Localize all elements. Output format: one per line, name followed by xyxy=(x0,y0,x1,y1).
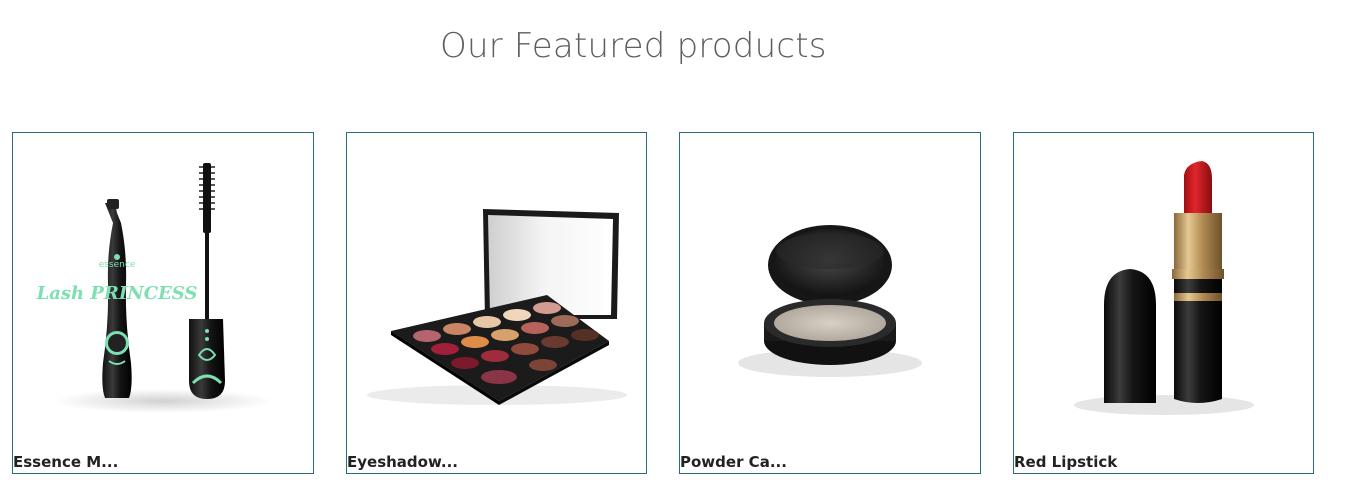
eyeshadow-palette-image xyxy=(367,209,627,405)
product-card-eyeshadow[interactable]: Eyeshadow... xyxy=(346,132,647,474)
product-name[interactable]: Eyeshadow... xyxy=(347,453,458,471)
product-name[interactable]: Essence M... xyxy=(13,453,118,471)
product-card-powder[interactable]: Powder Ca... xyxy=(679,132,981,474)
product-name[interactable]: Powder Ca... xyxy=(680,453,787,471)
mascara-line-text: Lash PRINCESS xyxy=(36,283,198,304)
product-name[interactable]: Red Lipstick xyxy=(1014,453,1117,471)
product-card-lipstick[interactable]: Red Lipstick xyxy=(1013,132,1314,474)
mascara-image: essence Lash PRINCESS xyxy=(36,163,273,413)
product-card-mascara[interactable]: essence Lash PRINCESS Essence M... xyxy=(12,132,314,474)
lipstick-image xyxy=(1074,161,1254,415)
powder-compact-image xyxy=(738,225,922,377)
mascara-brand-text: essence xyxy=(99,260,136,270)
section-title: Our Featured products xyxy=(440,26,827,66)
